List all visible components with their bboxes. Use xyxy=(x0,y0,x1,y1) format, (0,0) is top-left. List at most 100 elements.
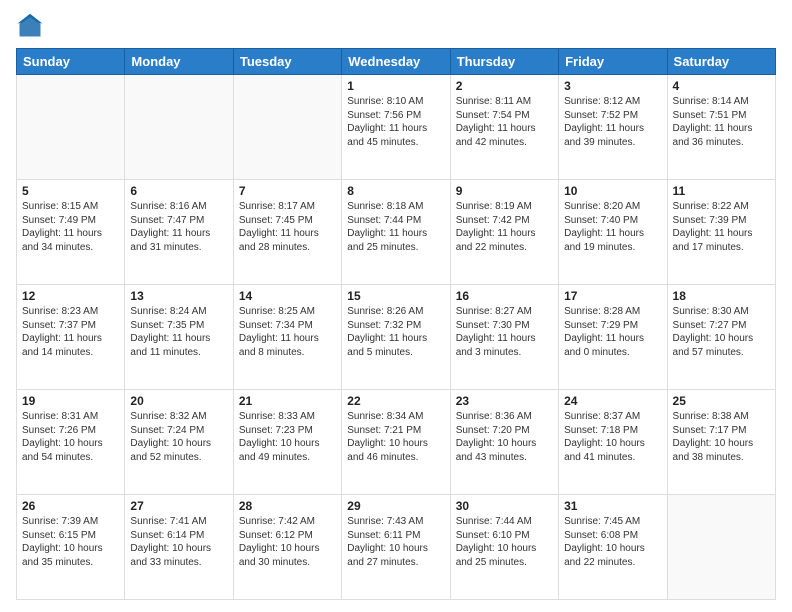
day-number: 13 xyxy=(130,289,227,303)
cell-info: Sunrise: 8:16 AM Sunset: 7:47 PM Dayligh… xyxy=(130,200,227,254)
page: SundayMondayTuesdayWednesdayThursdayFrid… xyxy=(0,0,792,612)
calendar-cell: 20 Sunrise: 8:32 AM Sunset: 7:24 PM Dayli… xyxy=(125,390,233,495)
week-row-4: 26 Sunrise: 7:39 AM Sunset: 6:15 PM Dayli… xyxy=(17,495,776,600)
day-number: 12 xyxy=(22,289,119,303)
week-row-1: 5Sunrise: 8:15 AM Sunset: 7:49 PM Daylig… xyxy=(17,180,776,285)
day-number: 9 xyxy=(456,184,553,198)
cell-info: Sunrise: 8:20 AM Sunset: 7:40 PM Dayligh… xyxy=(564,200,661,254)
calendar-table: SundayMondayTuesdayWednesdayThursdayFrid… xyxy=(16,48,776,600)
calendar-cell: 2 Sunrise: 8:11 AM Sunset: 7:54 PM Daylig… xyxy=(450,75,558,180)
weekday-header-thursday: Thursday xyxy=(450,49,558,75)
calendar-cell: 30 Sunrise: 7:44 AM Sunset: 6:10 PM Dayli… xyxy=(450,495,558,600)
calendar-cell: 27 Sunrise: 7:41 AM Sunset: 6:14 PM Dayli… xyxy=(125,495,233,600)
day-number: 10 xyxy=(564,184,661,198)
calendar-cell: 21 Sunrise: 8:33 AM Sunset: 7:23 PM Dayli… xyxy=(233,390,341,495)
day-number: 31 xyxy=(564,499,661,513)
day-number: 28 xyxy=(239,499,336,513)
cell-info: Sunrise: 8:33 AM Sunset: 7:23 PM Dayligh… xyxy=(239,410,336,464)
day-number: 30 xyxy=(456,499,553,513)
logo xyxy=(16,12,48,40)
calendar-cell: 16 Sunrise: 8:27 AM Sunset: 7:30 PM Dayli… xyxy=(450,285,558,390)
day-number: 21 xyxy=(239,394,336,408)
cell-info: Sunrise: 8:38 AM Sunset: 7:17 PM Dayligh… xyxy=(673,410,770,464)
week-row-2: 12 Sunrise: 8:23 AM Sunset: 7:37 PM Dayli… xyxy=(17,285,776,390)
day-number: 4 xyxy=(673,79,770,93)
calendar-cell: 4 Sunrise: 8:14 AM Sunset: 7:51 PM Daylig… xyxy=(667,75,775,180)
cell-info: Sunrise: 8:17 AM Sunset: 7:45 PM Dayligh… xyxy=(239,200,336,254)
cell-info: Sunrise: 8:24 AM Sunset: 7:35 PM Dayligh… xyxy=(130,305,227,359)
weekday-header-monday: Monday xyxy=(125,49,233,75)
cell-info: Sunrise: 8:31 AM Sunset: 7:26 PM Dayligh… xyxy=(22,410,119,464)
calendar-cell: 10 Sunrise: 8:20 AM Sunset: 7:40 PM Dayli… xyxy=(559,180,667,285)
calendar-cell xyxy=(17,75,125,180)
weekday-header-tuesday: Tuesday xyxy=(233,49,341,75)
day-number: 5 xyxy=(22,184,119,198)
day-number: 15 xyxy=(347,289,444,303)
calendar-cell: 15 Sunrise: 8:26 AM Sunset: 7:32 PM Dayli… xyxy=(342,285,450,390)
day-number: 11 xyxy=(673,184,770,198)
calendar-cell: 8Sunrise: 8:18 AM Sunset: 7:44 PM Daylig… xyxy=(342,180,450,285)
cell-info: Sunrise: 8:19 AM Sunset: 7:42 PM Dayligh… xyxy=(456,200,553,254)
calendar-cell: 13 Sunrise: 8:24 AM Sunset: 7:35 PM Dayli… xyxy=(125,285,233,390)
calendar-cell: 19Sunrise: 8:31 AM Sunset: 7:26 PM Dayli… xyxy=(17,390,125,495)
cell-info: Sunrise: 8:27 AM Sunset: 7:30 PM Dayligh… xyxy=(456,305,553,359)
day-number: 2 xyxy=(456,79,553,93)
calendar-cell: 23Sunrise: 8:36 AM Sunset: 7:20 PM Dayli… xyxy=(450,390,558,495)
calendar-cell xyxy=(233,75,341,180)
day-number: 27 xyxy=(130,499,227,513)
calendar-cell: 17 Sunrise: 8:28 AM Sunset: 7:29 PM Dayli… xyxy=(559,285,667,390)
cell-info: Sunrise: 8:26 AM Sunset: 7:32 PM Dayligh… xyxy=(347,305,444,359)
day-number: 25 xyxy=(673,394,770,408)
week-row-3: 19Sunrise: 8:31 AM Sunset: 7:26 PM Dayli… xyxy=(17,390,776,495)
weekday-header-sunday: Sunday xyxy=(17,49,125,75)
cell-info: Sunrise: 7:41 AM Sunset: 6:14 PM Dayligh… xyxy=(130,515,227,569)
day-number: 7 xyxy=(239,184,336,198)
cell-info: Sunrise: 8:28 AM Sunset: 7:29 PM Dayligh… xyxy=(564,305,661,359)
cell-info: Sunrise: 8:14 AM Sunset: 7:51 PM Dayligh… xyxy=(673,95,770,149)
calendar-cell: 3 Sunrise: 8:12 AM Sunset: 7:52 PM Daylig… xyxy=(559,75,667,180)
cell-info: Sunrise: 8:12 AM Sunset: 7:52 PM Dayligh… xyxy=(564,95,661,149)
calendar-cell: 31 Sunrise: 7:45 AM Sunset: 6:08 PM Dayli… xyxy=(559,495,667,600)
day-number: 17 xyxy=(564,289,661,303)
calendar-cell: 26 Sunrise: 7:39 AM Sunset: 6:15 PM Dayli… xyxy=(17,495,125,600)
calendar-cell: 1Sunrise: 8:10 AM Sunset: 7:56 PM Daylig… xyxy=(342,75,450,180)
cell-info: Sunrise: 8:37 AM Sunset: 7:18 PM Dayligh… xyxy=(564,410,661,464)
day-number: 26 xyxy=(22,499,119,513)
cell-info: Sunrise: 7:42 AM Sunset: 6:12 PM Dayligh… xyxy=(239,515,336,569)
calendar-cell: 7 Sunrise: 8:17 AM Sunset: 7:45 PM Daylig… xyxy=(233,180,341,285)
day-number: 24 xyxy=(564,394,661,408)
calendar-cell: 28 Sunrise: 7:42 AM Sunset: 6:12 PM Dayli… xyxy=(233,495,341,600)
day-number: 20 xyxy=(130,394,227,408)
cell-info: Sunrise: 7:44 AM Sunset: 6:10 PM Dayligh… xyxy=(456,515,553,569)
cell-info: Sunrise: 8:30 AM Sunset: 7:27 PM Dayligh… xyxy=(673,305,770,359)
calendar-cell: 18Sunrise: 8:30 AM Sunset: 7:27 PM Dayli… xyxy=(667,285,775,390)
calendar-cell: 5Sunrise: 8:15 AM Sunset: 7:49 PM Daylig… xyxy=(17,180,125,285)
weekday-header-row: SundayMondayTuesdayWednesdayThursdayFrid… xyxy=(17,49,776,75)
day-number: 22 xyxy=(347,394,444,408)
cell-info: Sunrise: 7:39 AM Sunset: 6:15 PM Dayligh… xyxy=(22,515,119,569)
day-number: 1 xyxy=(347,79,444,93)
calendar-cell: 24 Sunrise: 8:37 AM Sunset: 7:18 PM Dayli… xyxy=(559,390,667,495)
cell-info: Sunrise: 8:11 AM Sunset: 7:54 PM Dayligh… xyxy=(456,95,553,149)
cell-info: Sunrise: 8:25 AM Sunset: 7:34 PM Dayligh… xyxy=(239,305,336,359)
calendar-cell: 9 Sunrise: 8:19 AM Sunset: 7:42 PM Daylig… xyxy=(450,180,558,285)
day-number: 16 xyxy=(456,289,553,303)
cell-info: Sunrise: 8:23 AM Sunset: 7:37 PM Dayligh… xyxy=(22,305,119,359)
calendar-cell: 14 Sunrise: 8:25 AM Sunset: 7:34 PM Dayli… xyxy=(233,285,341,390)
calendar-cell: 29Sunrise: 7:43 AM Sunset: 6:11 PM Dayli… xyxy=(342,495,450,600)
cell-info: Sunrise: 8:18 AM Sunset: 7:44 PM Dayligh… xyxy=(347,200,444,254)
cell-info: Sunrise: 8:36 AM Sunset: 7:20 PM Dayligh… xyxy=(456,410,553,464)
calendar-cell xyxy=(667,495,775,600)
week-row-0: 1Sunrise: 8:10 AM Sunset: 7:56 PM Daylig… xyxy=(17,75,776,180)
day-number: 3 xyxy=(564,79,661,93)
calendar-cell: 25 Sunrise: 8:38 AM Sunset: 7:17 PM Dayli… xyxy=(667,390,775,495)
header xyxy=(16,12,776,40)
day-number: 14 xyxy=(239,289,336,303)
calendar-cell: 22Sunrise: 8:34 AM Sunset: 7:21 PM Dayli… xyxy=(342,390,450,495)
calendar-cell: 6Sunrise: 8:16 AM Sunset: 7:47 PM Daylig… xyxy=(125,180,233,285)
cell-info: Sunrise: 7:45 AM Sunset: 6:08 PM Dayligh… xyxy=(564,515,661,569)
logo-icon xyxy=(16,12,44,40)
weekday-header-friday: Friday xyxy=(559,49,667,75)
cell-info: Sunrise: 8:22 AM Sunset: 7:39 PM Dayligh… xyxy=(673,200,770,254)
cell-info: Sunrise: 8:32 AM Sunset: 7:24 PM Dayligh… xyxy=(130,410,227,464)
